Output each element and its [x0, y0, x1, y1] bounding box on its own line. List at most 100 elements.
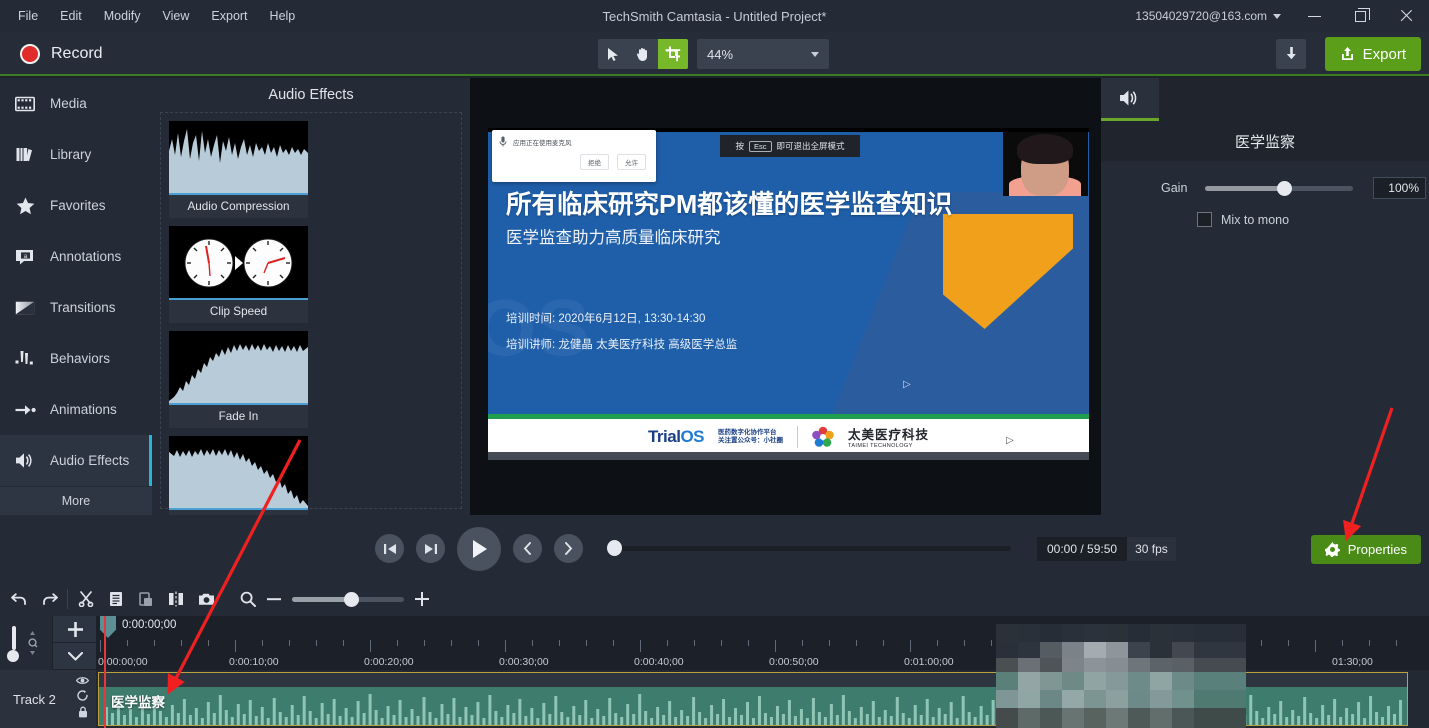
main-toolbar: Record 44% Expor — [0, 32, 1429, 76]
clip-label: 医学监察 — [111, 691, 165, 711]
sidebar-item-media[interactable]: Media — [0, 78, 152, 129]
gain-row: Gain 100% — [1101, 177, 1429, 199]
mix-to-mono-checkbox[interactable] — [1197, 212, 1212, 227]
sidebar-item-label: Favorites — [50, 198, 106, 213]
sidebar-item-favorites[interactable]: Favorites — [0, 180, 152, 231]
undo-button[interactable] — [4, 582, 34, 616]
cursor-arrow-icon — [607, 47, 620, 62]
mix-to-mono-label: Mix to mono — [1221, 213, 1289, 227]
collapse-tracks-button[interactable] — [53, 643, 97, 670]
play-button[interactable] — [457, 527, 501, 571]
snapshot-button[interactable] — [191, 582, 221, 616]
record-dot-icon — [20, 44, 40, 64]
mix-to-mono-row[interactable]: Mix to mono — [1101, 212, 1429, 227]
sidebar-item-behaviors[interactable]: Behaviors — [0, 333, 152, 384]
loop-icon[interactable] — [77, 690, 89, 701]
video-preview[interactable]: OS 所有临床研究PM都该懂的医学监查知识 医学监查助力高质量临床研究 培训时间… — [488, 128, 1089, 460]
menu-item-export[interactable]: Export — [201, 4, 257, 28]
restore-button[interactable] — [1337, 0, 1383, 32]
cut-button[interactable] — [71, 582, 101, 616]
sidebar-item-transitions[interactable]: Transitions — [0, 282, 152, 333]
sidebar-more-label: More — [62, 494, 90, 508]
close-button[interactable] — [1383, 0, 1429, 32]
effect-label: Audio Compression — [169, 195, 308, 218]
gain-slider-knob[interactable] — [1277, 181, 1292, 196]
menu-item-file[interactable]: File — [8, 4, 48, 28]
minimize-button[interactable] — [1291, 0, 1337, 32]
permission-allow-button[interactable]: 允许 — [617, 154, 646, 170]
previous-frame-button[interactable] — [375, 534, 404, 563]
track-height-bar — [12, 626, 16, 650]
paste-button[interactable] — [131, 582, 161, 616]
preview-scrubber[interactable] — [607, 546, 1011, 551]
track-height-slider[interactable] — [0, 616, 52, 670]
zoom-level-select[interactable]: 44% — [697, 39, 829, 69]
split-button[interactable] — [161, 582, 191, 616]
sidebar-item-audio-effects[interactable]: Audio Effects — [0, 435, 152, 486]
playhead-handle[interactable] — [100, 616, 116, 638]
eye-icon[interactable] — [76, 676, 89, 685]
magnifier-icon[interactable] — [240, 591, 256, 607]
timeline: 0:00:00;00 0:00:00;00 0:00:10;00 0:00:20… — [0, 616, 1429, 728]
preview-canvas[interactable]: OS 所有临床研究PM都该懂的医学监查知识 医学监查助力高质量临床研究 培训时间… — [470, 78, 1101, 515]
export-label: Export — [1363, 46, 1406, 63]
next-frame-button[interactable] — [416, 534, 445, 563]
gain-slider[interactable] — [1205, 186, 1353, 191]
redo-arrow-icon — [41, 592, 58, 606]
gain-value-field[interactable]: 100% — [1373, 177, 1426, 199]
next-marker-button[interactable] — [554, 534, 583, 563]
track-name: Track 2 — [0, 692, 56, 707]
logo-divider — [797, 426, 798, 448]
chevron-right-icon — [563, 542, 574, 555]
timeline-zoom-knob[interactable] — [344, 592, 359, 607]
slide-training-time: 培训时间: 2020年6月12日, 13:30-14:30 — [506, 310, 705, 326]
trialos-logo-text: Trial — [648, 427, 680, 446]
crop-icon — [665, 46, 681, 62]
download-button[interactable] — [1276, 39, 1306, 69]
effect-clip-speed[interactable]: Clip Speed — [169, 226, 308, 323]
camtasia-window: File Edit Modify View Export Help TechSm… — [0, 0, 1429, 728]
effect-audio-compression[interactable]: Audio Compression — [169, 121, 308, 218]
presenter-webcam — [1003, 132, 1088, 196]
timeline-zoom-slider[interactable] — [292, 597, 404, 602]
star-icon — [14, 197, 36, 215]
gear-icon — [1325, 542, 1340, 557]
select-tool-button[interactable] — [598, 39, 628, 69]
crop-tool-button[interactable] — [658, 39, 688, 69]
sidebar-item-library[interactable]: Library — [0, 129, 152, 180]
trialos-logo: TrialOS — [648, 427, 704, 447]
pan-tool-button[interactable] — [628, 39, 658, 69]
record-label: Record — [51, 45, 103, 63]
plus-icon[interactable] — [415, 592, 429, 606]
sidebar-item-animations[interactable]: Animations — [0, 384, 152, 435]
playback-bar: 00:00 / 59:50 30 fps — [0, 515, 1429, 582]
previous-marker-button[interactable] — [513, 534, 542, 563]
effect-fade-in[interactable]: Fade In — [169, 331, 308, 428]
preview-scrubber-knob[interactable] — [607, 540, 622, 556]
menu-item-edit[interactable]: Edit — [50, 4, 92, 28]
sidebar-more-button[interactable]: More — [0, 487, 152, 515]
copy-button[interactable] — [101, 582, 131, 616]
trialos-tagline-1: 医药数字化协作平台 — [718, 429, 783, 437]
menu-item-view[interactable]: View — [153, 4, 200, 28]
sidebar-item-annotations[interactable]: a Annotations — [0, 231, 152, 282]
minus-icon[interactable] — [267, 597, 281, 601]
lock-icon[interactable] — [78, 706, 88, 718]
two-clocks-icon — [169, 226, 308, 300]
record-button[interactable]: Record — [8, 32, 115, 76]
add-track-button[interactable] — [53, 616, 97, 643]
taimei-flower-icon — [812, 426, 834, 448]
permission-deny-button[interactable]: 拒绝 — [580, 154, 609, 170]
permission-dialog[interactable]: 应用正在使用麦克风 拒绝 允许 — [492, 130, 656, 182]
redo-button[interactable] — [34, 582, 64, 616]
properties-button[interactable]: Properties — [1311, 535, 1421, 564]
export-button[interactable]: Export — [1325, 37, 1421, 71]
account-menu[interactable]: 13504029720@163.com — [1125, 9, 1291, 23]
fps-display: 30 fps — [1127, 537, 1176, 561]
split-icon — [168, 591, 184, 607]
tab-audio[interactable] — [1101, 78, 1159, 121]
menu-item-help[interactable]: Help — [260, 4, 306, 28]
menu-item-modify[interactable]: Modify — [94, 4, 151, 28]
effects-panel: Audio Effects Audio Compression — [152, 78, 470, 515]
track-height-knob[interactable] — [7, 650, 19, 662]
